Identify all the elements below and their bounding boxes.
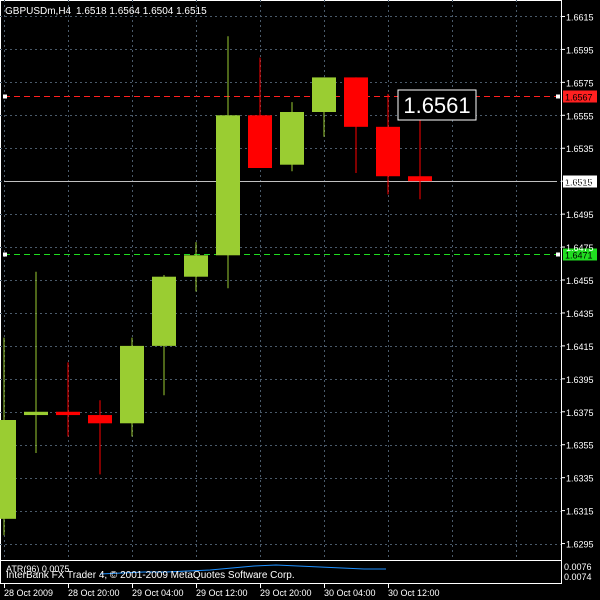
- price-tick-label: 1.6595: [566, 45, 594, 55]
- atr-axis-top: 0.0076: [564, 562, 592, 572]
- bear-candle: [88, 415, 112, 424]
- bear-candle: [248, 115, 272, 168]
- price-tick-label: 1.6455: [566, 276, 594, 286]
- candles: [0, 36, 432, 536]
- price-tick-label: 1.6395: [566, 375, 594, 385]
- price-tick-label: 1.6535: [566, 144, 594, 154]
- bull-candle: [216, 115, 240, 256]
- bull-candle: [152, 276, 176, 346]
- bull-candle: [0, 420, 16, 519]
- price-tick-label: 1.6355: [566, 441, 594, 451]
- red-level-handle-right[interactable]: [556, 94, 560, 99]
- bull-candle: [312, 77, 336, 112]
- red-level-handle-left[interactable]: [3, 94, 7, 99]
- price-tick-label: 1.6615: [566, 12, 594, 22]
- bear-candle: [408, 176, 432, 182]
- price-tick-label: 1.6555: [566, 111, 594, 121]
- price-tick-label: 1.6515: [566, 177, 594, 187]
- price-tick-label: 1.6415: [566, 342, 594, 352]
- price-chart[interactable]: 1.65671.64711.6515 1.66151.65951.65751.6…: [0, 0, 600, 600]
- bull-candle: [280, 112, 304, 165]
- mt4-chart-window[interactable]: 1.6567 1.6471 1.6515 1.6615 1.6595 1.6575 1.6…: [0, 0, 600, 600]
- time-label: 28 Oct 20:00: [68, 588, 120, 598]
- red-level-tag-text: 1.6567: [565, 93, 593, 103]
- time-label: 29 Oct 12:00: [196, 588, 248, 598]
- time-axis: 28 Oct 2009 28 Oct 20:00 29 Oct 04:00 29 Oc…: [4, 584, 440, 598]
- bull-candle: [24, 411, 48, 416]
- bull-candle: [120, 345, 144, 424]
- price-tick-label: 1.6295: [566, 540, 594, 550]
- price-tick-label: 1.6435: [566, 309, 594, 319]
- grid-lines: [0, 0, 561, 560]
- atr-axis-bottom: 0.0074: [564, 572, 592, 582]
- time-label: 29 Oct 04:00: [132, 588, 184, 598]
- price-tick-label: 1.6335: [566, 474, 594, 484]
- green-level-handle-right[interactable]: [556, 252, 560, 257]
- chart-frame: [0, 0, 562, 584]
- time-label: 28 Oct 2009: [4, 588, 53, 598]
- green-level-handle-left[interactable]: [3, 252, 7, 257]
- time-label: 30 Oct 04:00: [324, 588, 376, 598]
- symbol-label: GBPUSDm,H4: [5, 6, 72, 17]
- bear-candle: [344, 77, 368, 127]
- ohlc-label: 1.6518 1.6564 1.6504 1.6515: [76, 6, 207, 17]
- price-tick-label: 1.6575: [566, 78, 594, 88]
- atr-label: ATR(96) 0.0075: [6, 564, 69, 574]
- bear-candle: [56, 411, 80, 416]
- bull-candle: [184, 255, 208, 277]
- time-label: 29 Oct 20:00: [260, 588, 312, 598]
- price-tick-label: 1.6475: [566, 243, 594, 253]
- price-tick-label: 1.6375: [566, 408, 594, 418]
- crosshair-price-box: 1.6561: [397, 89, 477, 121]
- time-label: 30 Oct 12:00: [388, 588, 440, 598]
- bear-candle: [376, 126, 400, 177]
- price-tick-label: 1.6315: [566, 507, 594, 517]
- price-tick-label: 1.6495: [566, 210, 594, 220]
- crosshair-price-text: 1.6561: [403, 93, 470, 118]
